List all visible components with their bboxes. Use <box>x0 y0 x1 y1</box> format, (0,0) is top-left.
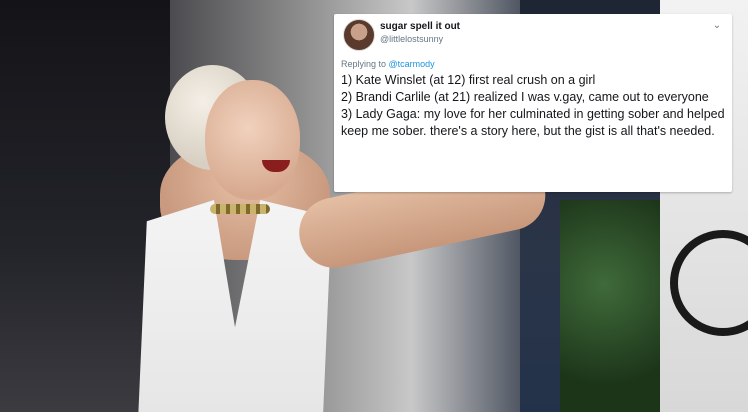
avatar[interactable] <box>343 19 375 51</box>
chevron-down-icon[interactable]: ⌄ <box>710 19 724 33</box>
display-name[interactable]: sugar spell it out <box>380 21 460 33</box>
tweet-line: 2) Brandi Carlile (at 21) realized I was… <box>341 90 709 104</box>
tweet-line: 1) Kate Winslet (at 12) first real crush… <box>341 73 596 87</box>
user-info[interactable]: sugar spell it out @littlelostsunny <box>380 21 460 45</box>
user-handle[interactable]: @littlelostsunny <box>380 33 460 45</box>
tweet-header: sugar spell it out @littlelostsunny ⌄ <box>343 19 724 51</box>
tweet-card[interactable]: sugar spell it out @littlelostsunny ⌄ Re… <box>334 14 732 192</box>
tweet-text: 1) Kate Winslet (at 12) first real crush… <box>341 72 725 140</box>
replying-to: Replying to @tcarmody <box>341 59 435 69</box>
choker-necklace <box>210 204 270 214</box>
hedge <box>560 200 670 412</box>
tweet-line: 3) Lady Gaga: my love for her culminated… <box>341 107 725 138</box>
face <box>205 80 300 200</box>
replying-to-label: Replying to <box>341 59 389 69</box>
replying-to-link[interactable]: @tcarmody <box>389 59 435 69</box>
